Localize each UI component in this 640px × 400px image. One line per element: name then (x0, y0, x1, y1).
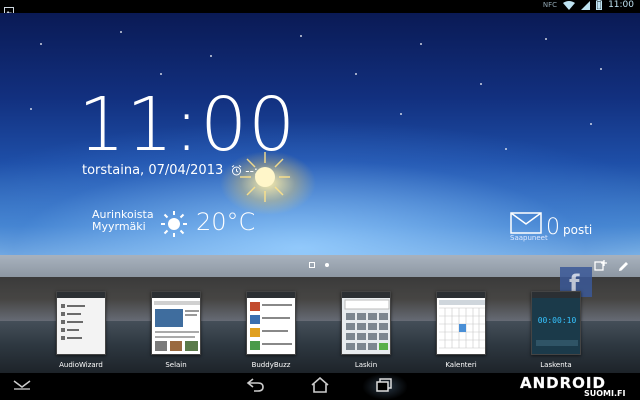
sunny-icon (161, 211, 187, 237)
battery-icon (596, 0, 603, 10)
androidsuomi-watermark-logo: ANDROID SUOMI.FI (520, 373, 626, 398)
mail-label: posti (563, 223, 593, 237)
envelope-icon (510, 212, 542, 234)
calculator-thumbnail (342, 298, 390, 354)
mail-inbox-label: Saapuneet (510, 234, 548, 242)
buddybuzz-thumbnail (247, 298, 295, 354)
weather-city: Myyrmäki (92, 220, 146, 233)
watermark-domain: SUOMI.FI (584, 389, 626, 398)
back-icon[interactable] (246, 377, 266, 393)
add-widget-icon[interactable] (594, 260, 607, 273)
status-bar[interactable]: NFC 11:00 (0, 0, 640, 16)
hide-keyboard-icon[interactable] (12, 377, 32, 391)
page-indicator (309, 262, 329, 268)
browser-thumbnail (152, 298, 200, 354)
sun-glow-decoration (240, 152, 290, 202)
app-label: BuddyBuzz (251, 361, 291, 369)
date-text: torstaina, 07/04/2013 (82, 163, 224, 178)
app-label: Selain (165, 361, 187, 369)
audiowizard-thumbnail (57, 298, 105, 354)
app-card-buddybuzz[interactable] (246, 291, 296, 355)
stopwatch-readout: 00:00:10 (537, 316, 577, 325)
app-label: Kalenteri (445, 361, 477, 369)
app-card-kalenteri[interactable] (436, 291, 486, 355)
app-label: AudioWizard (59, 361, 103, 369)
weather-widget[interactable]: Aurinkoista Myyrmäki (92, 209, 154, 233)
signal-icon (581, 0, 591, 10)
recent-apps-panel[interactable]: f AudioWizard Selain BuddyBuzz Laskin Ka… (0, 255, 640, 373)
mail-widget[interactable]: 0 posti Saapuneet (508, 210, 608, 242)
app-label: Laskin (354, 361, 378, 369)
app-card-audiowizard[interactable] (56, 291, 106, 355)
app-card-laskin[interactable] (341, 291, 391, 355)
wifi-icon (563, 0, 576, 10)
app-card-laskenta[interactable]: 00:00:10 (531, 291, 581, 355)
home-icon[interactable] (310, 377, 330, 393)
calendar-thumbnail (437, 298, 485, 354)
edit-pencil-icon[interactable] (617, 260, 630, 273)
status-time: 11:00 (608, 0, 634, 10)
app-card-selain[interactable] (151, 291, 201, 355)
temperature: 20°C (196, 208, 256, 236)
page-indicator-dot (325, 263, 329, 267)
mail-count: 0 (546, 215, 560, 240)
page-indicator-square (309, 262, 315, 268)
nfc-icon: NFC (542, 1, 558, 9)
app-label: Laskenta (540, 361, 572, 369)
recent-apps-icon[interactable] (374, 377, 394, 393)
